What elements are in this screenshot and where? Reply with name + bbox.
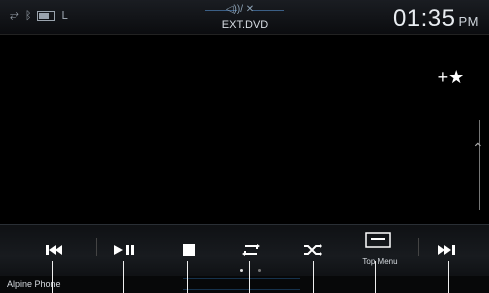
play-pause-icon bbox=[114, 245, 134, 255]
repeat-icon bbox=[242, 244, 260, 256]
page-dot-active bbox=[240, 269, 243, 272]
stop-icon bbox=[183, 244, 195, 256]
separator bbox=[418, 238, 419, 256]
separator bbox=[96, 238, 97, 256]
top-menu-button[interactable] bbox=[353, 224, 403, 276]
previous-button[interactable] bbox=[30, 224, 80, 276]
page-dot bbox=[258, 269, 261, 272]
battery-icon bbox=[37, 10, 56, 21]
audio-indicator: ◁))/ ✕ bbox=[225, 4, 255, 15]
tick-line bbox=[123, 261, 124, 293]
shuffle-icon bbox=[304, 244, 322, 256]
scroll-up-icon[interactable]: ⌃ bbox=[472, 140, 486, 156]
page-indicator bbox=[240, 269, 262, 275]
clock: 01:35 PM bbox=[393, 5, 479, 33]
bluetooth-icon: ᛒ bbox=[24, 9, 32, 22]
tick-line bbox=[375, 261, 376, 293]
center-strip bbox=[183, 278, 300, 290]
ampm-text: PM bbox=[458, 14, 479, 29]
play-pause-button[interactable] bbox=[100, 224, 150, 276]
link-icon: ⥂ bbox=[10, 9, 19, 21]
tick-line bbox=[249, 261, 250, 293]
skip-forward-icon bbox=[438, 245, 455, 255]
tick-line bbox=[313, 261, 314, 293]
next-button[interactable] bbox=[422, 224, 472, 276]
top-menu-label: Top Menu bbox=[362, 257, 398, 266]
stop-button[interactable] bbox=[164, 224, 214, 276]
side-scroll[interactable] bbox=[479, 120, 480, 210]
tick-line bbox=[187, 261, 188, 293]
status-icons: ⥂ ᛒ Ⅼ bbox=[10, 9, 68, 22]
tick-line bbox=[448, 261, 449, 293]
skip-back-icon bbox=[46, 245, 62, 255]
signal-icon: Ⅼ bbox=[61, 10, 68, 22]
source-label: EXT.DVD bbox=[221, 19, 269, 31]
add-favorite-button[interactable]: +★ bbox=[434, 64, 468, 90]
tick-line bbox=[52, 261, 53, 293]
menu-icon bbox=[365, 232, 391, 248]
time-text: 01:35 bbox=[392, 5, 456, 32]
